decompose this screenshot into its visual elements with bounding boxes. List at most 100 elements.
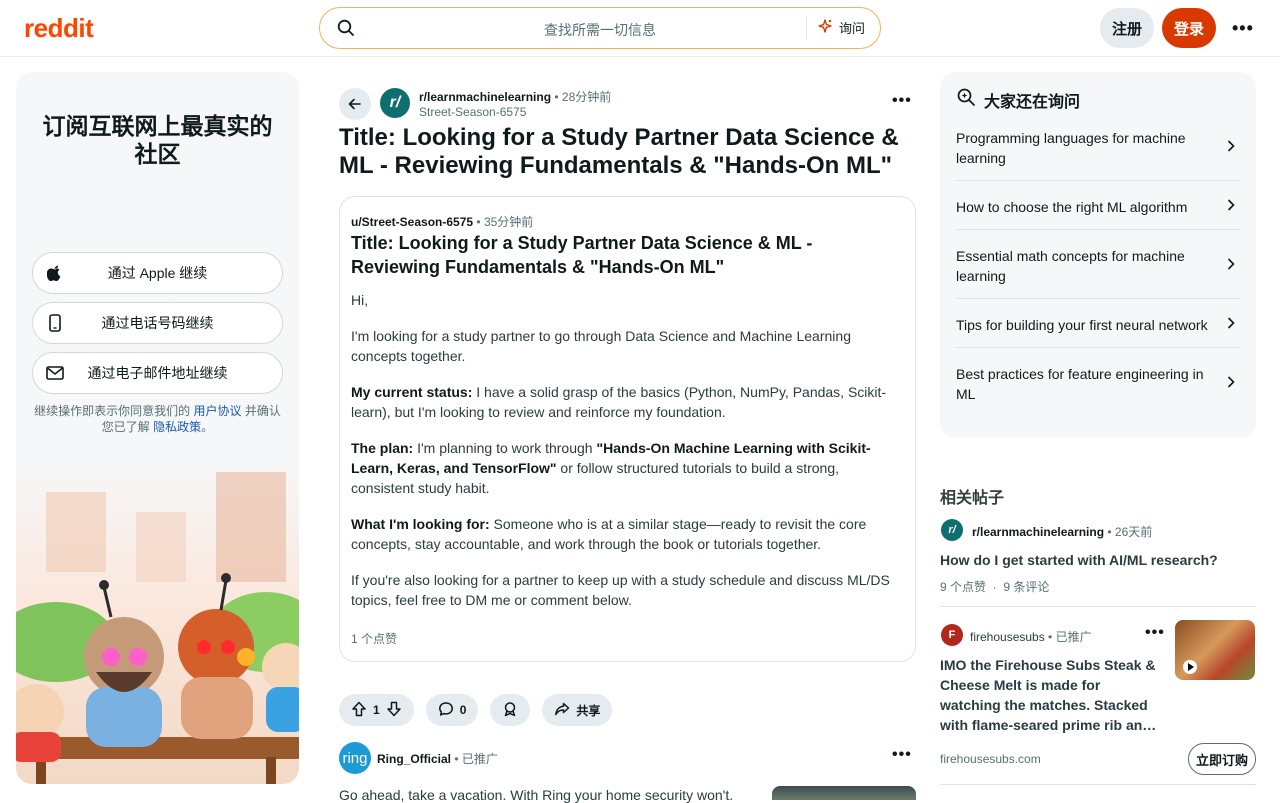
promoted-label: 已推广 (1055, 630, 1092, 644)
promoted-post-thumbnail[interactable] (1175, 620, 1255, 680)
ad-text[interactable]: Go ahead, take a vacation. With Ring you… (339, 787, 733, 803)
ad-more-icon[interactable]: ••• (892, 746, 912, 764)
body-paragraph: My current status: I have a solid grasp … (351, 384, 887, 420)
email-signin-button[interactable]: 通过电子邮件地址继续 (32, 352, 283, 394)
promoted-more-icon[interactable]: ••• (1145, 624, 1165, 642)
mail-icon (46, 364, 64, 382)
ask-label: 询问 (839, 21, 866, 36)
firehouse-name[interactable]: firehousesubs (970, 630, 1045, 644)
user-agreement-link[interactable]: 用户协议 (193, 404, 241, 418)
arrow-left-icon (348, 98, 361, 110)
comment-icon (438, 701, 454, 720)
ad-image[interactable] (772, 786, 916, 800)
phone-signin-label: 通过电话号码继续 (101, 315, 214, 331)
subreddit-link[interactable]: r/learnmachinelearning (419, 90, 551, 104)
related-post-title[interactable]: How do I get started with AI/ML research… (940, 550, 1240, 570)
card-time: 35分钟前 (483, 215, 534, 229)
award-button[interactable] (490, 694, 531, 726)
search-divider (806, 16, 807, 40)
apple-signin-button[interactable]: 通过 Apple 继续 (32, 252, 283, 294)
email-signin-label: 通过电子邮件地址继续 (87, 365, 228, 381)
question-item[interactable]: Best practices for feature engineering i… (956, 364, 1240, 404)
body-paragraph: If you're also looking for a partner to … (351, 572, 890, 608)
top-header: reddit 查找所需一切信息 询问 注册 登录 ••• (0, 0, 1280, 57)
related-post-stats: 9 个点赞 · 9 条评论 (940, 580, 1050, 594)
snoo-illustration (16, 452, 299, 784)
divider (956, 180, 1240, 181)
back-button[interactable] (339, 88, 371, 120)
subreddit-avatar[interactable]: r/ (380, 88, 410, 118)
share-label: 共享 (576, 703, 601, 718)
card-title: Title: Looking for a Study Partner Data … (351, 233, 813, 277)
chevron-right-icon (1226, 197, 1236, 217)
related-post-comments: 9 条评论 (1003, 580, 1050, 594)
card-upvotes: 1 个点赞 (351, 632, 398, 646)
chevron-right-icon (1226, 138, 1236, 158)
body-paragraph: The plan: I'm planning to work through "… (351, 440, 871, 496)
card-author[interactable]: u/Street-Season-6575 (351, 215, 473, 229)
ask-button[interactable]: 询问 (817, 18, 865, 37)
post-time: 28分钟前 (561, 90, 612, 104)
apple-icon (46, 264, 64, 282)
chevron-right-icon (1226, 256, 1236, 276)
terms-prefix: 继续操作即表示你同意我们的 (34, 404, 191, 418)
downvote-icon[interactable] (386, 701, 402, 720)
related-post-meta: r/learnmachinelearning • 26天前 (972, 525, 1153, 539)
body-paragraph: Hi, (351, 292, 369, 308)
question-item[interactable]: Essential math concepts for machine lear… (956, 246, 1240, 286)
vote-control: 1 (339, 694, 414, 726)
related-subreddit-avatar[interactable]: r/ (941, 519, 963, 541)
upvote-icon[interactable] (351, 701, 367, 720)
related-posts-title: 相关帖子 (940, 490, 1005, 507)
divider (956, 229, 1240, 230)
question-item[interactable]: Programming languages for machine learni… (956, 128, 1240, 168)
card-body: Hi, I'm looking for a study partner to g… (351, 290, 899, 626)
card-meta: u/Street-Season-6575 • 35分钟前 (351, 215, 534, 229)
signup-button[interactable]: 注册 (1100, 8, 1154, 48)
divider (940, 606, 1256, 607)
chevron-right-icon (1226, 315, 1236, 335)
search-sparkle-icon (956, 87, 976, 112)
login-button[interactable]: 登录 (1162, 8, 1216, 48)
order-now-button[interactable]: 立即订购 (1188, 743, 1256, 775)
ad-name[interactable]: Ring_Official (377, 752, 451, 766)
related-subreddit-link[interactable]: r/learnmachinelearning (972, 525, 1104, 539)
promoted-post-meta: firehousesubs • 已推广 (970, 630, 1092, 644)
terms-suffix: 。 (201, 420, 214, 434)
phone-signin-button[interactable]: 通过电话号码继续 (32, 302, 283, 344)
comments-button[interactable]: 0 (425, 694, 479, 726)
search-input[interactable]: 查找所需一切信息 (320, 20, 880, 40)
divider (956, 298, 1240, 299)
question-item[interactable]: How to choose the right ML algorithm (956, 197, 1240, 217)
sparkle-icon (817, 18, 833, 37)
play-icon (1183, 660, 1197, 674)
promoted-domain[interactable]: firehousesubs.com (940, 752, 1041, 766)
terms-notice: 继续操作即表示你同意我们的 用户协议 并确认您已了解 隐私政策。 (32, 403, 283, 435)
question-item[interactable]: Tips for building your first neural netw… (956, 315, 1240, 335)
comment-count: 0 (459, 703, 467, 717)
signup-panel: 订阅互联网上最真实的社区 通过 Apple 继续 通过电话号码继续 通过电子邮件… (16, 72, 299, 784)
post-more-icon[interactable]: ••• (892, 92, 912, 110)
firehouse-avatar[interactable]: F (941, 624, 963, 646)
ad-avatar[interactable]: ring (339, 742, 371, 774)
phone-icon (46, 314, 64, 332)
divider (940, 784, 1256, 785)
promoted-label: 已推广 (461, 752, 498, 766)
ask-panel-header: 大家还在询问 (956, 87, 1080, 112)
vote-count: 1 (373, 703, 380, 717)
signup-headline: 订阅互联网上最真实的社区 (42, 113, 273, 167)
more-options-icon[interactable]: ••• (1232, 18, 1254, 39)
divider (956, 347, 1240, 348)
share-button[interactable]: 共享 (542, 694, 613, 726)
ad-meta: Ring_Official • 已推广 (377, 752, 498, 766)
award-icon (502, 701, 518, 720)
promoted-post-title[interactable]: IMO the Firehouse Subs Steak & Cheese Me… (940, 655, 1162, 735)
people-also-ask-panel: 大家还在询问 Programming languages for machine… (940, 72, 1256, 438)
post-author[interactable]: Street-Season-6575 (419, 105, 526, 119)
share-icon (554, 701, 570, 720)
privacy-policy-link[interactable]: 隐私政策 (153, 420, 201, 434)
reddit-logo[interactable]: reddit (24, 13, 94, 44)
post-title: Title: Looking for a Study Partner Data … (339, 124, 899, 179)
crosspost-card[interactable]: u/Street-Season-6575 • 35分钟前 Title: Look… (339, 196, 916, 662)
search-bar[interactable]: 查找所需一切信息 询问 (319, 7, 881, 49)
